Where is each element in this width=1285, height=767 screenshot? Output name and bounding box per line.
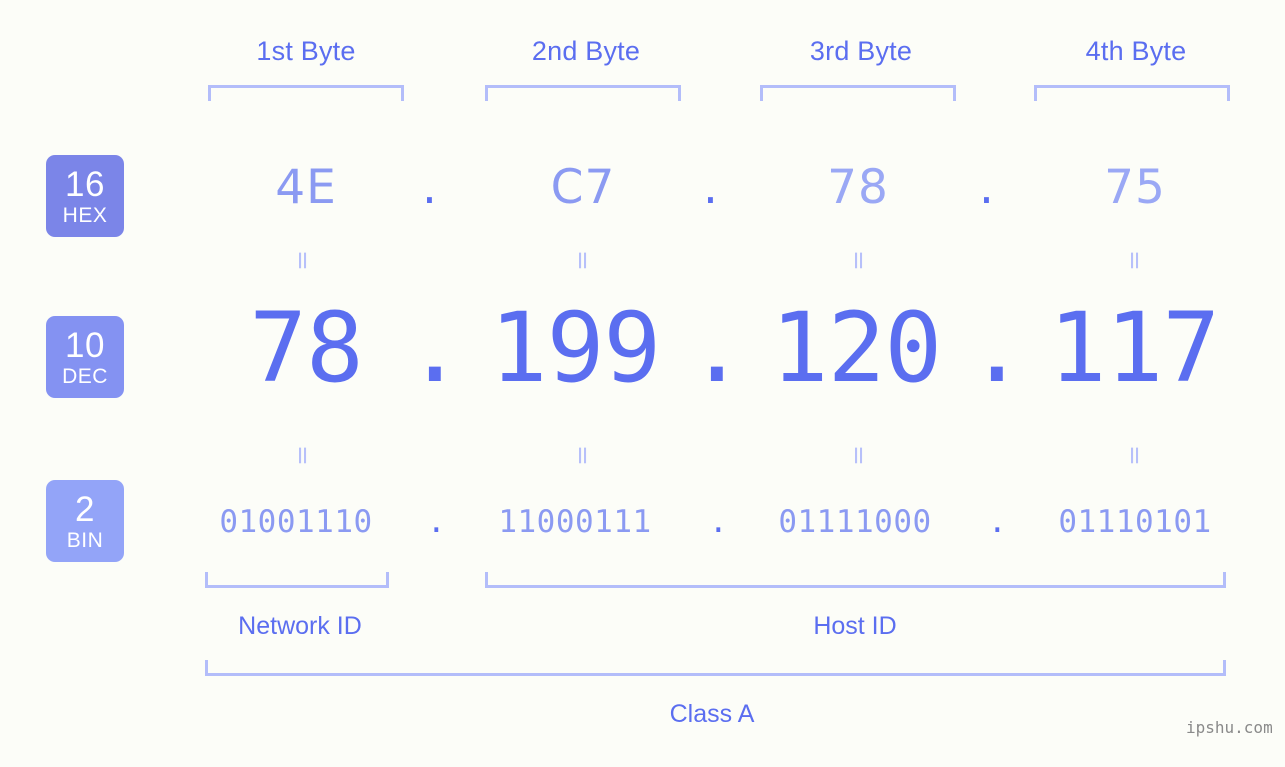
class-bracket — [205, 660, 1226, 676]
equals-connector-hex-dec-3: = — [844, 250, 874, 271]
radix-badge-dec: 10 DEC — [46, 316, 124, 398]
hex-byte-1: 4E — [275, 160, 337, 215]
bin-byte-1: 01001110 — [219, 504, 373, 540]
bin-separator-2: . — [709, 504, 728, 540]
hex-separator-2: . — [703, 160, 718, 215]
bin-separator-1: . — [427, 504, 446, 540]
byte-header-1: 1st Byte — [256, 36, 356, 66]
byte-bracket-4 — [1034, 85, 1230, 101]
class-label: Class A — [669, 700, 755, 728]
byte-bracket-1 — [208, 85, 404, 101]
dec-separator-2: . — [688, 292, 746, 404]
byte-bracket-2 — [485, 85, 681, 101]
equals-connector-hex-dec-2: = — [568, 250, 598, 271]
equals-connector-dec-bin-4: = — [1120, 445, 1150, 466]
network-id-label: Network ID — [238, 612, 362, 640]
bin-byte-4: 01110101 — [1058, 504, 1212, 540]
equals-connector-dec-bin-3: = — [844, 445, 874, 466]
radix-badge-hex: 16 HEX — [46, 155, 124, 237]
host-id-label: Host ID — [813, 612, 897, 640]
network-id-bracket — [205, 572, 389, 588]
hex-byte-2: C7 — [550, 160, 616, 215]
dec-separator-1: . — [406, 292, 464, 404]
hex-separator-1: . — [422, 160, 437, 215]
ip-address-diagram: 1st Byte 2nd Byte 3rd Byte 4th Byte 16 H… — [0, 0, 1285, 767]
radix-badge-dec-number: 10 — [65, 325, 105, 365]
site-watermark: ipshu.com — [1186, 718, 1273, 737]
byte-header-2: 2nd Byte — [531, 36, 641, 66]
host-id-bracket — [485, 572, 1226, 588]
dec-byte-1: 78 — [249, 292, 364, 404]
radix-badge-bin-label: BIN — [66, 528, 104, 552]
equals-connector-hex-dec-1: = — [288, 250, 318, 271]
dec-byte-3: 120 — [770, 292, 942, 404]
dec-byte-2: 199 — [489, 292, 661, 404]
hex-byte-3: 78 — [827, 160, 889, 215]
equals-connector-dec-bin-1: = — [288, 445, 318, 466]
equals-connector-hex-dec-4: = — [1120, 250, 1150, 271]
radix-badge-dec-label: DEC — [62, 364, 108, 388]
bin-byte-3: 01111000 — [778, 504, 932, 540]
dec-byte-4: 117 — [1048, 292, 1220, 404]
equals-connector-dec-bin-2: = — [568, 445, 598, 466]
dec-separator-3: . — [968, 292, 1026, 404]
hex-byte-4: 75 — [1104, 160, 1166, 215]
bin-byte-2: 11000111 — [498, 504, 652, 540]
byte-header-3: 3rd Byte — [809, 36, 913, 66]
radix-badge-hex-label: HEX — [62, 203, 108, 227]
radix-badge-bin-number: 2 — [75, 489, 95, 529]
byte-bracket-3 — [760, 85, 956, 101]
radix-badge-bin: 2 BIN — [46, 480, 124, 562]
hex-separator-3: . — [979, 160, 994, 215]
radix-badge-hex-number: 16 — [65, 164, 105, 204]
bin-separator-3: . — [988, 504, 1007, 540]
byte-header-4: 4th Byte — [1085, 36, 1187, 66]
